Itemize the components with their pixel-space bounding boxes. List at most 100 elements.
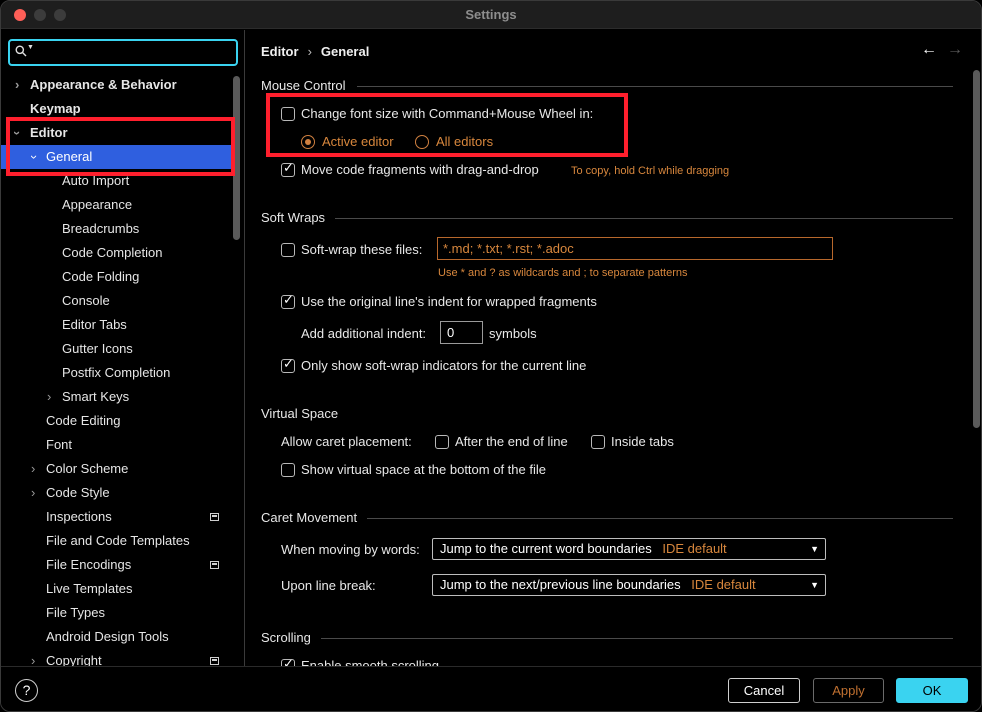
window-title: Settings	[465, 7, 517, 22]
tree-item-code-style[interactable]: › Code Style	[1, 481, 233, 505]
breadcrumb: Editor › General	[261, 44, 369, 59]
tree-item-label: Code Folding	[62, 269, 140, 284]
additional-indent-label: Add additional indent:	[301, 326, 427, 341]
smooth-scrolling-checkbox[interactable]	[281, 657, 295, 666]
cancel-button[interactable]: Cancel	[728, 678, 800, 703]
by-words-label: When moving by words:	[281, 542, 420, 557]
tree-item-label: Smart Keys	[62, 389, 130, 404]
chevron-down-icon[interactable]: ›	[5, 131, 29, 135]
tree-item-live-templates[interactable]: Live Templates	[1, 577, 233, 601]
search-dropdown-icon[interactable]: ▼	[27, 44, 34, 51]
line-break-label: Upon line break:	[281, 578, 376, 593]
sidebar-scrollbar[interactable]	[233, 76, 240, 240]
chevron-right-icon[interactable]: ›	[31, 481, 35, 505]
all-editors-label: All editors	[436, 134, 494, 149]
tree-item-keymap[interactable]: Keymap	[1, 97, 233, 121]
history-nav: ← →	[921, 41, 963, 59]
tree-item-editor-tabs[interactable]: Editor Tabs	[1, 313, 233, 337]
help-button[interactable]: ?	[15, 679, 38, 702]
inside-tabs-checkbox[interactable]	[591, 435, 605, 449]
tree-item-label: Live Templates	[46, 581, 133, 596]
tree-item-appearance-behavior[interactable]: › Appearance & Behavior	[1, 73, 233, 97]
tree-item-label: Code Completion	[62, 245, 163, 260]
tree-item-inspections[interactable]: Inspections	[1, 505, 233, 529]
tree-item-label: Appearance & Behavior	[30, 77, 177, 92]
soft-wrap-files-label: Soft-wrap these files:	[301, 242, 423, 257]
drag-drop-hint: To copy, hold Ctrl while dragging	[571, 165, 730, 177]
active-editor-label: Active editor	[322, 134, 394, 149]
tree-item-gutter-icons[interactable]: Gutter Icons	[1, 337, 233, 361]
line-break-value: Jump to the next/previous line boundarie…	[440, 577, 681, 592]
chevron-down-icon: ▼	[810, 544, 819, 554]
tree-item-editor[interactable]: › Editor	[1, 121, 233, 145]
ok-button[interactable]: OK	[896, 678, 968, 703]
soft-wrap-files-checkbox[interactable]	[281, 243, 295, 257]
tree-item-general[interactable]: › General	[1, 145, 233, 169]
tree-item-android-design-tools[interactable]: Android Design Tools	[1, 625, 233, 649]
soft-wrap-patterns-input[interactable]: *.md; *.txt; *.rst; *.adoc	[437, 237, 833, 260]
tree-item-appearance[interactable]: Appearance	[1, 193, 233, 217]
only-current-line-checkbox[interactable]	[281, 357, 295, 373]
section-title: Virtual Space	[261, 406, 339, 421]
tree-item-label: Editor Tabs	[62, 317, 127, 332]
after-end-checkbox[interactable]	[435, 435, 449, 449]
apply-button[interactable]: Apply	[813, 678, 884, 703]
tree-item-console[interactable]: Console	[1, 289, 233, 313]
section-divider	[367, 518, 953, 519]
search-input[interactable]: ▼	[8, 39, 238, 66]
tree-item-smart-keys[interactable]: › Smart Keys	[1, 385, 233, 409]
tree-item-file-types[interactable]: File Types	[1, 601, 233, 625]
settings-sidebar: ▼ › Appearance & Behavior Keymap › Edito…	[1, 30, 245, 666]
tree-item-label: Editor	[30, 125, 68, 140]
tree-item-label: Console	[62, 293, 110, 308]
tree-item-breadcrumbs[interactable]: Breadcrumbs	[1, 217, 233, 241]
content-scrollbar[interactable]	[973, 70, 980, 428]
smooth-scrolling-label: Enable smooth scrolling	[301, 658, 440, 666]
section-scrolling: Scrolling	[261, 630, 953, 645]
additional-indent-input[interactable]: 0	[440, 321, 483, 344]
only-current-line-label: Only show soft-wrap indicators for the c…	[301, 358, 587, 373]
by-words-select[interactable]: Jump to the current word boundaries IDE …	[432, 538, 826, 560]
tree-item-label: Breadcrumbs	[62, 221, 140, 236]
chevron-right-icon[interactable]: ›	[31, 457, 35, 481]
tree-item-code-completion[interactable]: Code Completion	[1, 241, 233, 265]
back-arrow-icon[interactable]: ←	[921, 41, 937, 58]
tree-item-label: Android Design Tools	[46, 629, 169, 644]
tree-item-label: Keymap	[30, 101, 81, 116]
section-mouse-control: Mouse Control	[261, 78, 953, 93]
original-indent-label: Use the original line's indent for wrapp…	[301, 294, 597, 309]
chevron-right-icon[interactable]: ›	[47, 385, 51, 409]
chevron-down-icon[interactable]: ›	[22, 155, 46, 159]
tree-item-file-code-templates[interactable]: File and Code Templates	[1, 529, 233, 553]
soft-wrap-patterns-hint: Use * and ? as wildcards and ; to separa…	[438, 267, 688, 279]
all-editors-radio[interactable]	[415, 135, 429, 149]
inside-tabs-label: Inside tabs	[611, 434, 674, 449]
tree-item-label: Color Scheme	[46, 461, 129, 476]
forward-arrow-icon[interactable]: →	[947, 41, 963, 58]
chevron-right-icon[interactable]: ›	[31, 649, 35, 666]
tree-item-color-scheme[interactable]: › Color Scheme	[1, 457, 233, 481]
project-scope-icon	[210, 657, 219, 665]
tree-item-label: Appearance	[62, 197, 133, 212]
original-indent-checkbox[interactable]	[281, 293, 295, 309]
tree-item-font[interactable]: Font	[1, 433, 233, 457]
tree-item-label: File Encodings	[46, 557, 132, 572]
drag-drop-checkbox[interactable]	[281, 161, 295, 177]
active-editor-radio[interactable]	[301, 135, 315, 149]
section-title: Mouse Control	[261, 78, 346, 93]
font-size-wheel-checkbox[interactable]	[281, 107, 295, 121]
chevron-down-icon: ▼	[810, 580, 819, 590]
tree-item-auto-import[interactable]: Auto Import	[1, 169, 233, 193]
tree-item-postfix-completion[interactable]: Postfix Completion	[1, 361, 233, 385]
title-bar: Settings	[1, 1, 981, 29]
drag-drop-label: Move code fragments with drag-and-drop	[301, 162, 539, 177]
show-virtual-label: Show virtual space at the bottom of the …	[301, 462, 546, 477]
breadcrumb-parent[interactable]: Editor	[261, 44, 299, 59]
tree-item-file-encodings[interactable]: File Encodings	[1, 553, 233, 577]
line-break-select[interactable]: Jump to the next/previous line boundarie…	[432, 574, 826, 596]
tree-item-copyright[interactable]: › Copyright	[1, 649, 233, 666]
tree-item-code-folding[interactable]: Code Folding	[1, 265, 233, 289]
show-virtual-checkbox[interactable]	[281, 463, 295, 477]
tree-item-code-editing[interactable]: Code Editing	[1, 409, 233, 433]
chevron-right-icon[interactable]: ›	[15, 73, 19, 97]
